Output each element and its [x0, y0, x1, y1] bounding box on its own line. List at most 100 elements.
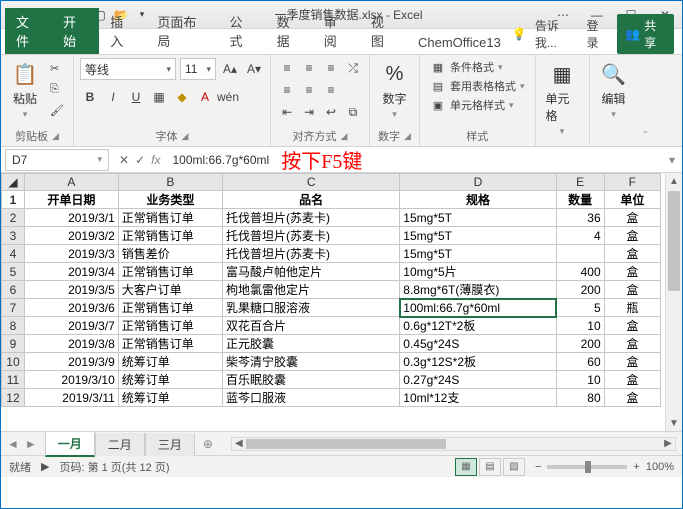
paste-button[interactable]: 📋 粘贴 ▾: [7, 58, 43, 122]
grow-font-button[interactable]: A▴: [220, 59, 240, 79]
fill-color-button[interactable]: ◆: [172, 87, 192, 107]
header-cell[interactable]: 规格: [400, 191, 556, 209]
column-header[interactable]: A: [24, 174, 118, 191]
header-cell[interactable]: 开单日期: [24, 191, 118, 209]
collapse-ribbon-button[interactable]: ˇ: [638, 126, 654, 146]
bold-button[interactable]: B: [80, 87, 100, 107]
scroll-down-icon[interactable]: ▼: [666, 415, 682, 431]
number-format-button[interactable]: % 数字 ▾: [377, 58, 413, 122]
cell[interactable]: 15mg*5T: [400, 209, 556, 227]
horizontal-scrollbar[interactable]: ◀ ▶: [231, 437, 676, 451]
login-button[interactable]: 登录: [586, 17, 609, 51]
cell[interactable]: 2019/3/8: [24, 335, 118, 353]
italic-button[interactable]: I: [103, 87, 123, 107]
cell[interactable]: 4: [556, 227, 604, 245]
orientation-button[interactable]: ⤮: [343, 58, 363, 78]
cell[interactable]: 正常销售订单: [118, 227, 222, 245]
header-cell[interactable]: 业务类型: [118, 191, 222, 209]
header-cell[interactable]: 品名: [223, 191, 400, 209]
share-button[interactable]: 👥共享: [617, 14, 674, 54]
tab-view[interactable]: 视图: [360, 8, 407, 54]
cell[interactable]: 2019/3/7: [24, 317, 118, 335]
align-center-button[interactable]: ≡: [299, 80, 319, 100]
scroll-thumb[interactable]: [246, 439, 446, 449]
scroll-up-icon[interactable]: ▲: [666, 173, 682, 189]
enter-formula-icon[interactable]: ✓: [135, 153, 145, 167]
cell[interactable]: 双花百合片: [223, 317, 400, 335]
cell[interactable]: 盒: [604, 263, 660, 281]
cell[interactable]: 盒: [604, 353, 660, 371]
align-middle-button[interactable]: ≡: [299, 58, 319, 78]
zoom-control[interactable]: − + 100%: [535, 461, 674, 473]
zoom-in-button[interactable]: +: [633, 461, 639, 473]
clipboard-launcher[interactable]: ◢: [52, 131, 59, 142]
row-header[interactable]: 4: [2, 245, 25, 263]
cell[interactable]: 盒: [604, 389, 660, 407]
cell[interactable]: 2019/3/5: [24, 281, 118, 299]
cell[interactable]: 瓶: [604, 299, 660, 317]
wrap-text-button[interactable]: ↩: [321, 102, 341, 122]
cell[interactable]: 2019/3/2: [24, 227, 118, 245]
editing-button[interactable]: 🔍 编辑 ▾: [596, 58, 632, 122]
fx-icon[interactable]: fx: [151, 153, 160, 167]
cell[interactable]: 2019/3/6: [24, 299, 118, 317]
cell[interactable]: 2019/3/3: [24, 245, 118, 263]
formula-input[interactable]: 100ml:66.7g*60ml 按下F5键: [166, 145, 662, 174]
macro-record-icon[interactable]: ▶: [41, 460, 49, 473]
cell[interactable]: 盒: [604, 335, 660, 353]
add-sheet-button[interactable]: ⊕: [195, 434, 221, 454]
row-header[interactable]: 2: [2, 209, 25, 227]
cell[interactable]: 托伐普坦片(苏麦卡): [223, 245, 400, 263]
align-bottom-button[interactable]: ≡: [321, 58, 341, 78]
cell[interactable]: 10mg*5片: [400, 263, 556, 281]
scroll-thumb[interactable]: [668, 191, 680, 291]
cell[interactable]: 400: [556, 263, 604, 281]
cell[interactable]: 0.3g*12S*2板: [400, 353, 556, 371]
cell[interactable]: 2019/3/10: [24, 371, 118, 389]
normal-view-button[interactable]: ▦: [455, 458, 477, 476]
copy-button[interactable]: ⎘: [47, 79, 67, 99]
zoom-slider[interactable]: [547, 465, 627, 469]
increase-indent-button[interactable]: ⇥: [299, 102, 319, 122]
cell[interactable]: 统筹订单: [118, 371, 222, 389]
cell[interactable]: 200: [556, 335, 604, 353]
merge-button[interactable]: ⧉: [343, 102, 363, 122]
tab-file[interactable]: 文件: [5, 8, 52, 54]
font-launcher[interactable]: ◢: [182, 131, 189, 142]
border-button[interactable]: ▦: [149, 87, 169, 107]
row-header[interactable]: 7: [2, 299, 25, 317]
cell[interactable]: 百乐眠胶囊: [223, 371, 400, 389]
shrink-font-button[interactable]: A▾: [244, 59, 264, 79]
cell-styles-button[interactable]: ▣单元格样式▾: [426, 96, 529, 114]
cell[interactable]: 正常销售订单: [118, 263, 222, 281]
align-left-button[interactable]: ≡: [277, 80, 297, 100]
cells-button[interactable]: ▦ 单元格 ▾: [542, 58, 583, 139]
cell[interactable]: 盒: [604, 317, 660, 335]
cell[interactable]: 正常销售订单: [118, 335, 222, 353]
grid[interactable]: ◢ABCDEF1开单日期业务类型品名规格数量单位22019/3/1正常销售订单托…: [1, 173, 661, 407]
row-header[interactable]: 1: [2, 191, 25, 209]
cell[interactable]: 盒: [604, 371, 660, 389]
cell[interactable]: 盒: [604, 227, 660, 245]
alignment-launcher[interactable]: ◢: [341, 131, 348, 142]
sheet-tab-active[interactable]: 一月: [45, 432, 95, 457]
cell[interactable]: 大客户订单: [118, 281, 222, 299]
conditional-format-button[interactable]: ▦条件格式▾: [426, 58, 529, 76]
row-header[interactable]: 9: [2, 335, 25, 353]
cell[interactable]: 0.45g*24S: [400, 335, 556, 353]
font-size-combo[interactable]: 11▾: [180, 58, 216, 80]
sheet-tab[interactable]: 三月: [145, 433, 195, 456]
cell[interactable]: 乳果糖口服溶液: [223, 299, 400, 317]
format-as-table-button[interactable]: ▤套用表格格式▾: [426, 77, 529, 95]
row-header[interactable]: 3: [2, 227, 25, 245]
tab-formulas[interactable]: 公式: [219, 8, 266, 54]
cell[interactable]: 盒: [604, 209, 660, 227]
cut-button[interactable]: ✂: [47, 58, 67, 78]
row-header[interactable]: 8: [2, 317, 25, 335]
cell[interactable]: 2019/3/4: [24, 263, 118, 281]
header-cell[interactable]: 数量: [556, 191, 604, 209]
sheet-nav-prev[interactable]: ◄: [7, 437, 19, 451]
tab-insert[interactable]: 插入: [99, 8, 146, 54]
cell[interactable]: 富马酸卢帕他定片: [223, 263, 400, 281]
tab-chemoffice[interactable]: ChemOffice13: [407, 31, 512, 54]
